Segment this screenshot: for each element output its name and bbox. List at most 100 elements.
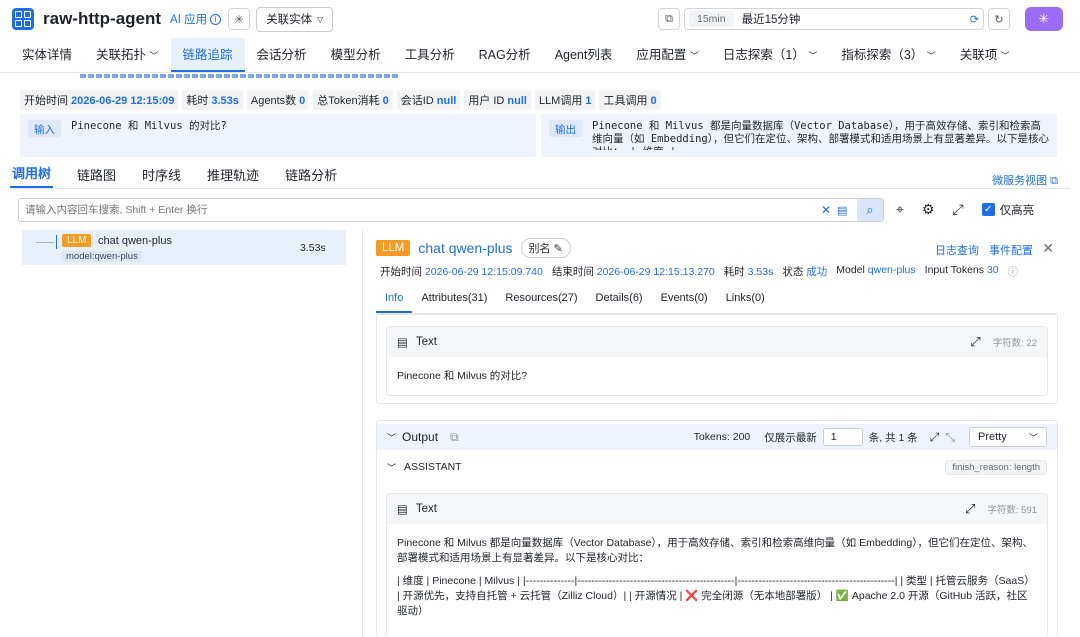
detail-span-name: chat qwen-plus <box>418 240 513 256</box>
detail-tabs: Info Attributes(31) Resources(27) Detail… <box>376 292 1058 314</box>
assistant-row: ﹀ ASSISTANT finish_reason: length <box>377 456 1057 478</box>
expand-icon[interactable]: ⤢ <box>952 201 963 218</box>
clear-icon[interactable]: ✕ <box>819 203 833 217</box>
pin-icon[interactable]: ✳ <box>228 8 251 30</box>
nav-session[interactable]: 会话分析 <box>245 38 319 72</box>
document-icon[interactable]: ▤ <box>837 204 851 217</box>
search-bar: ✕ ▤ ⌕ <box>18 198 884 222</box>
alias-button[interactable]: 别名 ✎ <box>520 238 571 258</box>
expand-all-icon[interactable]: ⤢ <box>930 430 940 445</box>
nav-app-config[interactable]: 应用配置 ﹀ <box>624 38 711 72</box>
edit-icon: ✎ <box>553 243 563 255</box>
refresh-icon[interactable]: ↻ <box>988 8 1010 30</box>
nav-agent-list[interactable]: Agent列表 <box>543 38 625 72</box>
input-text: Pinecone 和 Milvus 的对比? <box>71 120 227 132</box>
close-icon[interactable]: ✕ <box>1042 240 1054 257</box>
nav-entity-detail[interactable]: 实体详情 <box>10 38 84 72</box>
tree-indent-line <box>36 242 54 243</box>
format-select[interactable]: Pretty ﹀ <box>969 427 1047 447</box>
time-chip: 15min <box>689 11 734 27</box>
event-config-link[interactable]: 事件配置 <box>989 242 1033 258</box>
meta-agents: Agents数 0 <box>246 90 310 110</box>
auto-refresh-icon[interactable]: ⟳ <box>970 13 979 26</box>
input-card-body: Pinecone 和 Milvus 的对比? <box>397 370 528 382</box>
nav-metric-explore[interactable]: 指标探索（3） ﹀ <box>829 38 947 72</box>
tab-links[interactable]: Links(0) <box>717 292 774 313</box>
tab-details[interactable]: Details(6) <box>587 292 652 313</box>
tab-call-tree[interactable]: 调用树 <box>10 163 54 188</box>
collapse-all-icon[interactable]: ⤡ <box>945 430 955 445</box>
collapse-icon[interactable]: ﹀ <box>387 461 396 474</box>
open-external-icon[interactable]: ⧉ <box>658 8 680 30</box>
nav-related[interactable]: 关联项 ﹀ <box>948 38 1022 72</box>
tree-row[interactable]: LLM chat qwen-plus model:qwen-plus 3.53s <box>22 230 346 265</box>
time-range-text: 最近15分钟 <box>741 14 801 26</box>
trace-meta: 开始时间 2026-06-29 12:15:09 耗时 3.53s Agents数 0… <box>20 90 661 110</box>
nav-log-explore[interactable]: 日志探索（1） ﹀ <box>711 38 829 72</box>
microservice-view-link[interactable]: 微服务视图 ⧉ <box>992 172 1058 188</box>
input-card-title: Text <box>415 336 437 348</box>
related-entity-button[interactable]: 关联实体 ▽ <box>256 6 334 32</box>
tab-info[interactable]: Info <box>376 292 413 313</box>
external-link-icon: ⧉ <box>1050 175 1058 187</box>
chevron-down-icon: ﹀ <box>1028 432 1038 443</box>
input-card-header: ▤ Text ⤢ 字符数: 22 <box>387 327 1047 357</box>
meta-user-id: 用户 ID null <box>464 90 531 110</box>
llm-tag: LLM <box>62 234 92 247</box>
fullscreen-icon[interactable]: ⤢ <box>970 334 980 350</box>
meta-duration: 耗时 3.53s <box>182 90 243 110</box>
search-input[interactable] <box>19 199 819 221</box>
tab-reasoning[interactable]: 推理轨迹 <box>205 165 261 188</box>
panel-divider[interactable] <box>362 230 363 637</box>
trace-output: 输出 Pinecone 和 Milvus 都是向量数据库（Vector Data… <box>541 114 1057 157</box>
only-highlight-checkbox[interactable]: ✓ 仅高亮 <box>981 202 1034 218</box>
view-tabs: 调用树 链路图 时序线 推理轨迹 链路分析 <box>10 165 1070 189</box>
tab-attributes[interactable]: Attributes(31) <box>412 292 496 313</box>
chevron-down-icon: ﹀ <box>149 51 159 61</box>
chevron-down-icon: ﹀ <box>689 51 699 61</box>
log-query-link[interactable]: 日志查询 <box>935 242 979 258</box>
detail-end-time: 结束时间 2026-06-29 12:15:13.270 <box>551 266 715 278</box>
collapse-icon[interactable]: ﹀ <box>387 431 396 444</box>
locate-icon[interactable]: ⌖ <box>896 201 904 218</box>
tab-resources[interactable]: Resources(27) <box>496 292 586 313</box>
tab-trace-analysis[interactable]: 链路分析 <box>283 165 339 188</box>
meta-session-id: 会话ID null <box>396 90 461 110</box>
time-range-picker[interactable]: 15min 最近15分钟 ⟳ <box>684 8 984 30</box>
tab-trace-graph[interactable]: 链路图 <box>75 165 118 188</box>
tab-events[interactable]: Events(0) <box>652 292 717 313</box>
ai-assistant-button[interactable]: ✳ <box>1025 7 1063 31</box>
nav-model[interactable]: 模型分析 <box>319 38 393 72</box>
detail-duration: 耗时 3.53s <box>723 266 774 278</box>
input-char-count: ⤢ 字符数: 22 <box>970 334 1037 350</box>
tree-tools: ⌖ ⚙ ⤢ ✓ 仅高亮 <box>896 201 1034 218</box>
tab-timeline[interactable]: 时序线 <box>140 165 183 188</box>
tree-selection-marker <box>56 235 57 249</box>
info-icon[interactable]: ⓘ <box>1008 264 1019 279</box>
search-button[interactable]: ⌕ <box>857 199 883 221</box>
tree-model-tag: model:qwen-plus <box>62 251 142 262</box>
meta-llm-calls: LLM调用 1 <box>534 90 596 110</box>
meta-tool-calls: 工具调用 0 <box>599 90 661 110</box>
app-logo-icon <box>12 8 34 30</box>
app-header: raw-http-agent AI 应用 i ✳ 关联实体 ▽ ⧉ 15min 最近… <box>0 0 1080 38</box>
document-icon: ▤ <box>397 504 408 516</box>
fullscreen-icon[interactable]: ⤢ <box>965 501 975 517</box>
gear-icon[interactable]: ⚙ <box>922 201 935 218</box>
chevron-down-icon: ﹀ <box>1000 51 1010 61</box>
show-latest-label: 仅展示最新 <box>764 431 817 444</box>
input-text-card: ▤ Text ⤢ 字符数: 22 Pinecone 和 Milvus 的对比? <box>386 326 1048 396</box>
nav-topology[interactable]: 关联拓扑 ﹀ <box>84 38 171 72</box>
finish-reason-badge: finish_reason: length <box>945 459 1047 475</box>
nav-rag[interactable]: RAG分析 <box>467 38 543 72</box>
output-title: Output <box>402 430 439 444</box>
info-icon[interactable]: i <box>210 13 222 25</box>
nav-trace[interactable]: 链路追踪 <box>170 38 245 72</box>
latest-count-input[interactable]: 1 <box>822 428 863 446</box>
chevron-down-icon: ﹀ <box>808 51 818 61</box>
detail-input-tokens: Input Tokens 30 <box>924 264 999 276</box>
nav-tool[interactable]: 工具分析 <box>393 38 467 72</box>
copy-icon[interactable]: ⧉ <box>450 430 459 445</box>
detail-llm-tag: LLM <box>376 240 411 256</box>
detail-start-time: 开始时间 2026-06-29 12:15:09.740 <box>380 266 543 278</box>
